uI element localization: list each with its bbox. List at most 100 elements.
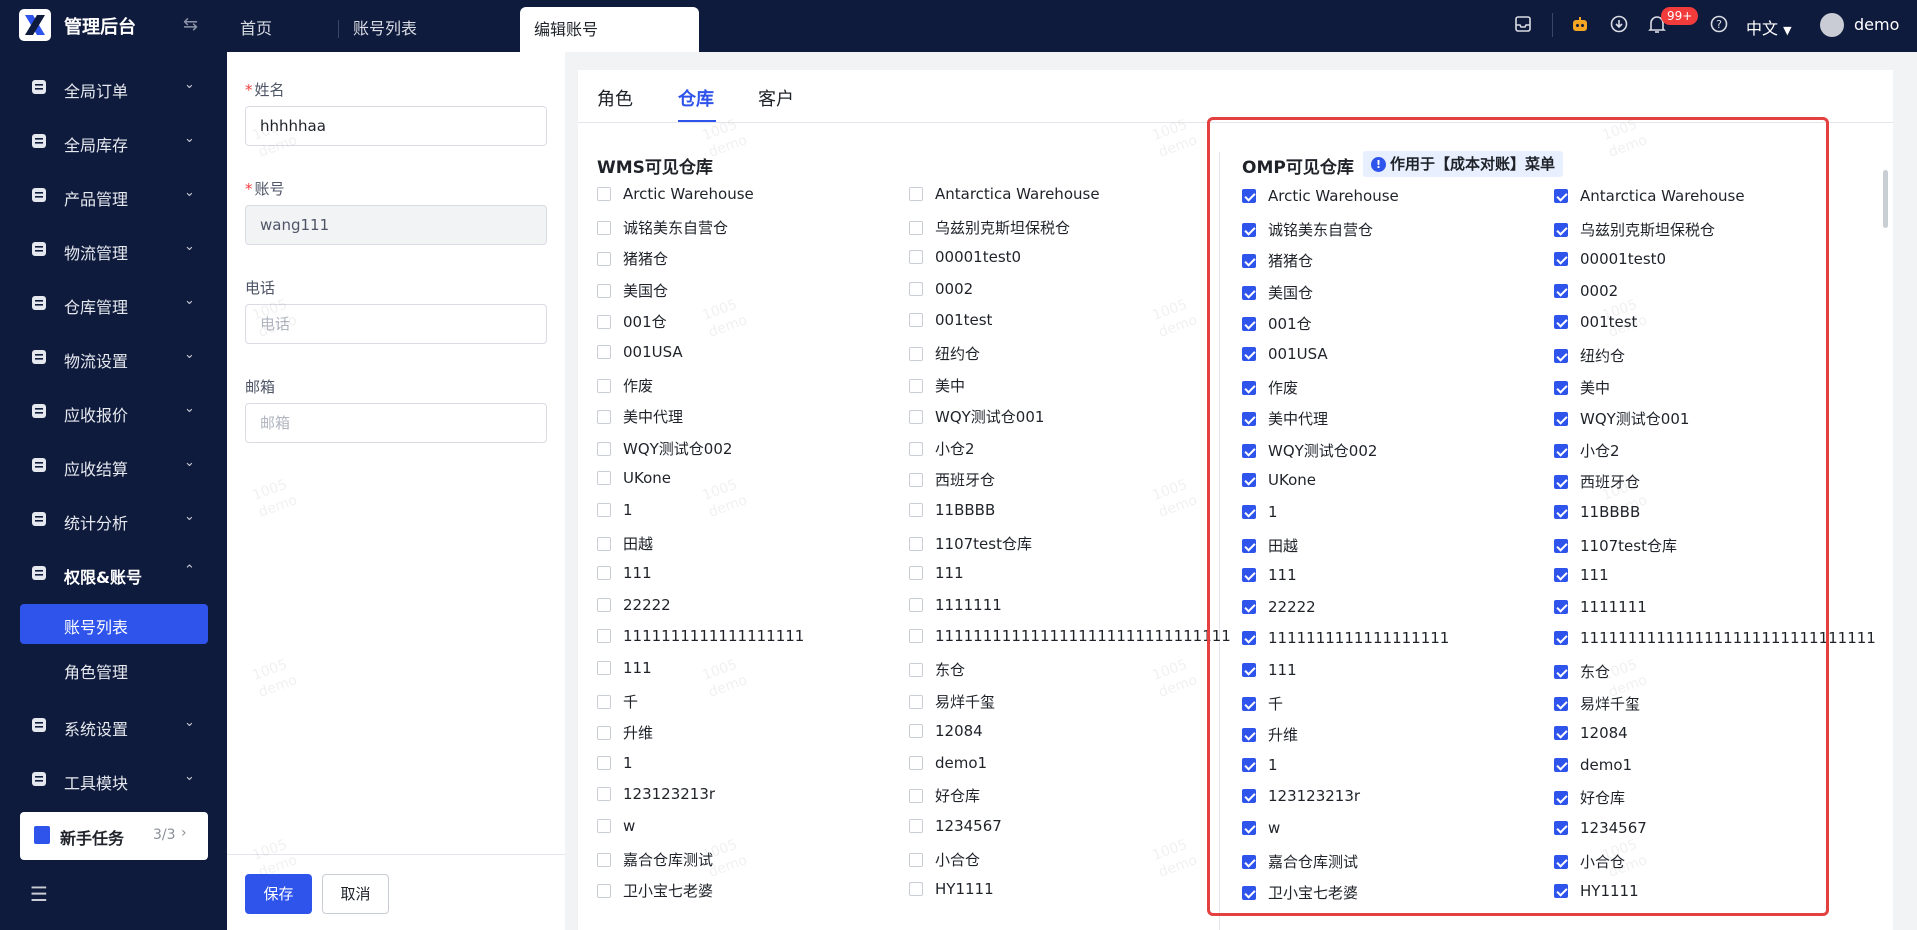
checkbox[interactable] [909,724,923,738]
wms-left-checkbox-item[interactable]: Arctic Warehouse [597,185,754,203]
omp-right-checkbox-item[interactable]: 1111111111111111111111111111111 [1554,629,1876,647]
checkbox[interactable] [597,442,611,456]
checkbox[interactable] [597,537,611,551]
wms-left-checkbox-item[interactable]: 诚铭美东自营仓 [597,217,728,238]
checkbox[interactable] [1554,665,1568,679]
checkbox[interactable] [1242,821,1256,835]
checkbox[interactable] [597,787,611,801]
checkbox[interactable] [1242,758,1256,772]
checkbox[interactable] [1242,473,1256,487]
checkbox[interactable] [597,187,611,201]
checkbox[interactable] [597,315,611,329]
checkbox[interactable] [909,537,923,551]
save-button[interactable]: 保存 [245,874,312,914]
checkbox[interactable] [1242,505,1256,519]
omp-right-checkbox-item[interactable]: 乌兹别克斯坦保税仓 [1554,219,1715,240]
omp-left-checkbox-item[interactable]: 作废 [1242,377,1298,398]
checkbox[interactable] [1242,189,1256,203]
wms-right-checkbox-item[interactable]: 西班牙仓 [909,469,995,490]
avatar[interactable] [1820,13,1844,37]
omp-right-checkbox-item[interactable]: 0002 [1554,282,1618,300]
checkbox[interactable] [1554,791,1568,805]
omp-left-checkbox-item[interactable]: 升维 [1242,724,1298,745]
wms-right-checkbox-item[interactable]: 1111111 [909,596,1002,614]
checkbox[interactable] [1554,189,1568,203]
omp-left-checkbox-item[interactable]: 嘉合仓库测试 [1242,851,1358,872]
checkbox[interactable] [1554,381,1568,395]
checkbox[interactable] [1554,758,1568,772]
wms-right-checkbox-item[interactable]: 1234567 [909,817,1002,835]
wms-right-checkbox-item[interactable]: 东仓 [909,659,965,680]
tab-edit-account[interactable]: 编辑账号 [520,7,699,52]
checkbox[interactable] [1554,223,1568,237]
sidebar-item-1[interactable]: 全局库存 ⌄ [0,122,227,162]
checkbox[interactable] [909,566,923,580]
omp-right-checkbox-item[interactable]: 11BBBB [1554,503,1640,521]
checkbox[interactable] [1242,886,1256,900]
wms-left-checkbox-item[interactable]: WQY测试仓002 [597,438,732,459]
checkbox[interactable] [1242,539,1256,553]
omp-left-checkbox-item[interactable]: 001仓 [1242,313,1312,334]
checkbox[interactable] [597,726,611,740]
checkbox[interactable] [1242,254,1256,268]
omp-right-checkbox-item[interactable]: 小仓2 [1554,440,1620,461]
checkbox[interactable] [909,282,923,296]
robot-icon[interactable] [1570,15,1590,40]
wms-left-checkbox-item[interactable]: 猪猪仓 [597,248,668,269]
checkbox[interactable] [1242,381,1256,395]
checkbox[interactable] [597,819,611,833]
wms-right-checkbox-item[interactable]: Antarctica Warehouse [909,185,1100,203]
checkbox[interactable] [909,313,923,327]
omp-right-checkbox-item[interactable]: 纽约仓 [1554,345,1625,366]
checkbox[interactable] [1242,697,1256,711]
omp-right-checkbox-item[interactable]: 东仓 [1554,661,1610,682]
omp-left-checkbox-item[interactable]: 猪猪仓 [1242,250,1313,271]
wms-right-checkbox-item[interactable]: 11BBBB [909,501,995,519]
language-selector[interactable]: 中文 ▼ [1746,15,1792,39]
checkbox[interactable] [909,598,923,612]
sidebar-subitem-role-management[interactable]: 角色管理 [64,659,128,683]
checkbox[interactable] [1554,631,1568,645]
checkbox[interactable] [597,884,611,898]
cancel-button[interactable]: 取消 [322,874,389,914]
sidebar-item-0[interactable]: 全局订单 ⌄ [0,68,227,108]
checkbox[interactable] [1554,252,1568,266]
omp-right-checkbox-item[interactable]: demo1 [1554,756,1632,774]
wms-right-checkbox-item[interactable]: 001test [909,311,992,329]
omp-left-checkbox-item[interactable]: 千 [1242,693,1283,714]
checkbox[interactable] [597,598,611,612]
checkbox[interactable] [1554,821,1568,835]
sidebar-item-7[interactable]: 应收结算 ⌄ [0,446,227,486]
wms-right-checkbox-item[interactable]: demo1 [909,754,987,772]
wms-right-checkbox-item[interactable]: 易烊千玺 [909,691,995,712]
wms-left-checkbox-item[interactable]: 1111111111111111111 [597,627,804,645]
checkbox[interactable] [909,695,923,709]
tab-home[interactable]: 首页 [240,0,272,52]
sidebar-item-9[interactable]: 权限&账号 ⌃ [0,554,227,594]
checkbox[interactable] [909,789,923,803]
wms-right-checkbox-item[interactable]: 0002 [909,280,973,298]
sidebar-item-11[interactable]: 工具模块 ⌄ [0,760,227,800]
tab-account-list[interactable]: 账号列表 [353,0,417,52]
wms-left-checkbox-item[interactable]: 1 [597,754,633,772]
omp-left-checkbox-item[interactable]: 1111111111111111111 [1242,629,1449,647]
wms-left-checkbox-item[interactable]: 作废 [597,375,653,396]
newbie-task-card[interactable]: 新手任务 3/3 › [20,812,208,860]
tab-customer[interactable]: 客户 [758,85,794,111]
checkbox[interactable] [597,695,611,709]
checkbox[interactable] [597,756,611,770]
checkbox[interactable] [1242,286,1256,300]
wms-left-checkbox-item[interactable]: UKone [597,469,671,487]
wms-left-checkbox-item[interactable]: 111 [597,659,652,677]
wms-right-checkbox-item[interactable]: 12084 [909,722,983,740]
checkbox[interactable] [1554,315,1568,329]
omp-left-checkbox-item[interactable]: 22222 [1242,598,1316,616]
wms-left-checkbox-item[interactable]: 111 [597,564,652,582]
omp-left-checkbox-item[interactable]: 1 [1242,756,1278,774]
swap-icon[interactable]: ⇆ [183,14,198,35]
checkbox[interactable] [597,345,611,359]
omp-right-checkbox-item[interactable]: 1107test仓库 [1554,535,1677,556]
tab-role[interactable]: 角色 [597,85,633,111]
omp-right-checkbox-item[interactable]: 00001test0 [1554,250,1666,268]
checkbox[interactable] [1242,663,1256,677]
